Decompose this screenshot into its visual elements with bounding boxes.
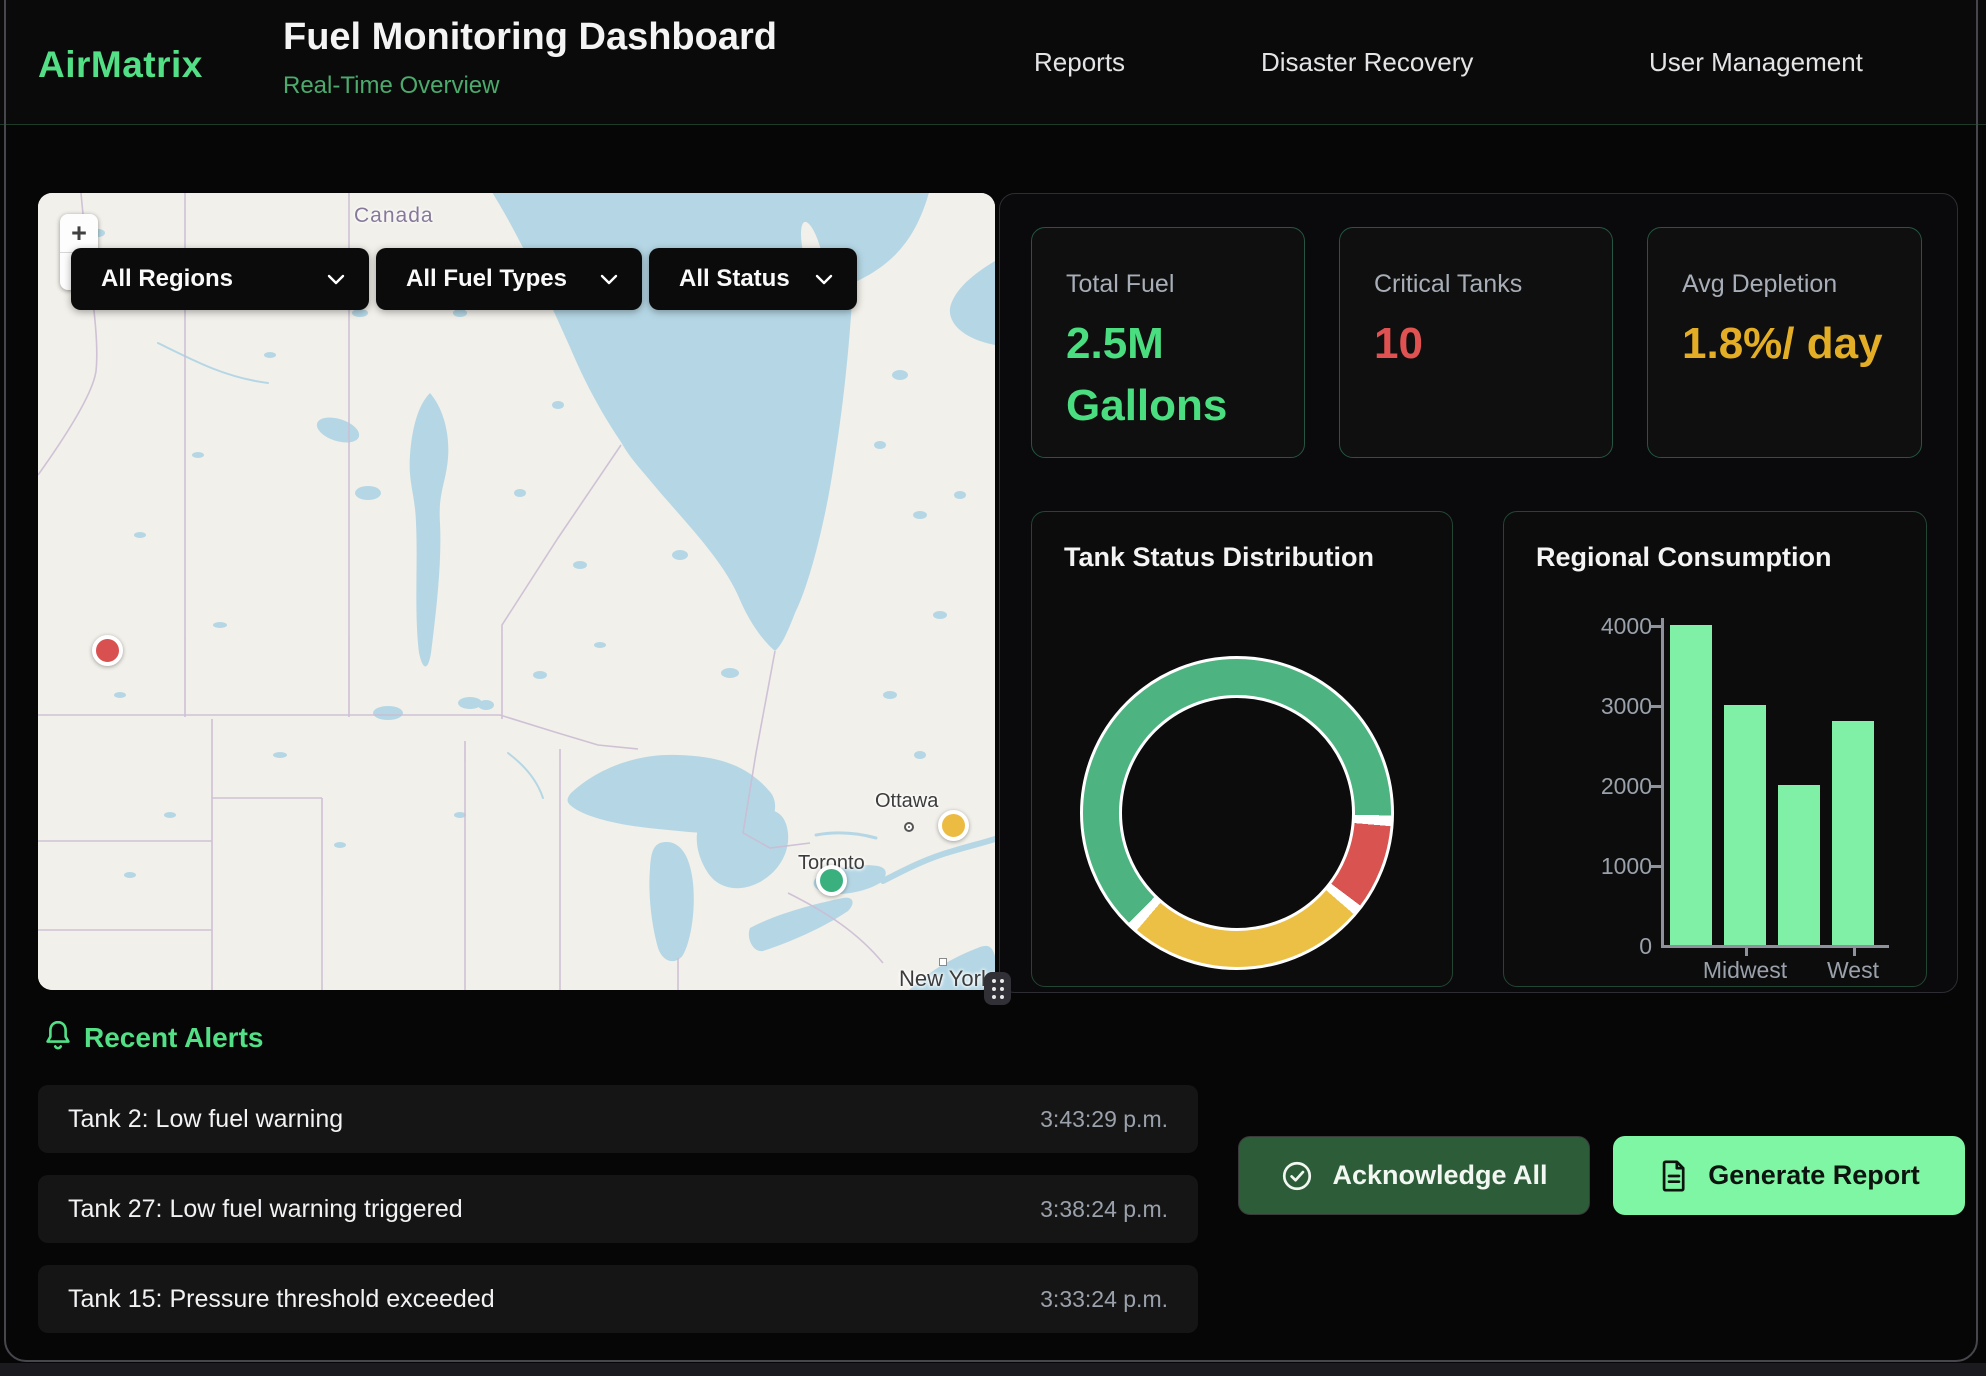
alert-message: Tank 2: Low fuel warning: [68, 1105, 343, 1134]
nav-reports[interactable]: Reports: [1034, 47, 1125, 78]
tank-marker-critical[interactable]: [92, 635, 123, 666]
alert-time: 3:33:24 p.m.: [1040, 1286, 1168, 1313]
tank-marker-normal[interactable]: [816, 865, 847, 896]
map-filter-row: All Regions All Fuel Types All Status: [71, 248, 857, 310]
x-tick-label: West: [1783, 957, 1923, 984]
file-text-icon: [1658, 1159, 1690, 1193]
bar-region-0: [1670, 625, 1712, 945]
tank-status-chart-title: Tank Status Distribution: [1064, 542, 1374, 573]
stat-label: Avg Depletion: [1682, 270, 1901, 299]
alert-time: 3:38:24 p.m.: [1040, 1196, 1168, 1223]
y-tick-label: 4000: [1556, 613, 1652, 640]
chevron-down-icon: [815, 274, 833, 285]
bell-icon: [41, 1018, 75, 1054]
bar-region-2: [1778, 785, 1820, 945]
fuel-type-filter-select[interactable]: All Fuel Types: [376, 248, 642, 310]
alert-row[interactable]: Tank 27: Low fuel warning triggered 3:38…: [38, 1175, 1198, 1243]
fuel-type-filter-value: All Fuel Types: [406, 265, 567, 293]
stat-value-avg-depletion: 1.8%/ day: [1682, 313, 1892, 375]
alert-row[interactable]: Tank 15: Pressure threshold exceeded 3:3…: [38, 1265, 1198, 1333]
chevron-down-icon: [600, 274, 618, 285]
map-country-label: Canada: [354, 204, 434, 228]
generate-report-button[interactable]: Generate Report: [1613, 1136, 1965, 1215]
status-filter-select[interactable]: All Status: [649, 248, 857, 310]
status-filter-value: All Status: [679, 265, 790, 293]
alert-row[interactable]: Tank 2: Low fuel warning 3:43:29 p.m.: [38, 1085, 1198, 1153]
y-tick-label: 2000: [1556, 773, 1652, 800]
nav-user-management[interactable]: User Management: [1649, 47, 1863, 78]
stat-card-avg-depletion: Avg Depletion 1.8%/ day: [1647, 227, 1922, 458]
bar-chart-y-axis-labels: 01000200030004000: [1556, 625, 1652, 965]
regional-consumption-chart-title: Regional Consumption: [1536, 542, 1831, 573]
region-filter-select[interactable]: All Regions: [71, 248, 369, 310]
stat-card-critical-tanks: Critical Tanks 10: [1339, 227, 1613, 458]
map-city-newyork: New York: [899, 966, 992, 990]
alert-time: 3:43:29 p.m.: [1040, 1106, 1168, 1133]
bar-chart-y-axis: [1661, 618, 1664, 947]
stat-value-critical-tanks: 10: [1374, 313, 1584, 375]
regional-consumption-bars: [1670, 625, 1886, 945]
map-city-ottawa: Ottawa: [875, 790, 938, 813]
page-title: Fuel Monitoring Dashboard: [283, 16, 777, 59]
tank-status-donut-chart: [1080, 656, 1394, 970]
bar-West: [1832, 721, 1874, 945]
y-tick-label: 1000: [1556, 853, 1652, 880]
alert-message: Tank 27: Low fuel warning triggered: [68, 1195, 463, 1224]
stat-label: Total Fuel: [1066, 270, 1284, 299]
chevron-down-icon: [327, 274, 345, 285]
check-circle-icon: [1280, 1159, 1314, 1193]
acknowledge-all-button[interactable]: Acknowledge All: [1238, 1136, 1590, 1215]
stat-label: Critical Tanks: [1374, 270, 1592, 299]
dashboard-screen: AirMatrix Fuel Monitoring Dashboard Real…: [0, 0, 1986, 1376]
stat-value-total-fuel: 2.5M Gallons: [1066, 313, 1276, 438]
header: AirMatrix Fuel Monitoring Dashboard Real…: [0, 0, 1986, 125]
tank-marker-warning[interactable]: [938, 810, 969, 841]
alerts-heading: Recent Alerts: [84, 1022, 263, 1054]
footer-strip: [0, 1363, 1986, 1376]
donut-hole: [1119, 695, 1355, 931]
generate-report-label: Generate Report: [1708, 1160, 1920, 1191]
page-subtitle: Real-Time Overview: [283, 72, 499, 100]
y-tick-label: 0: [1556, 933, 1652, 960]
acknowledge-all-label: Acknowledge All: [1332, 1160, 1547, 1191]
newyork-town-icon: [939, 958, 947, 966]
y-tick-label: 3000: [1556, 693, 1652, 720]
fuel-map[interactable]: Canada Ottawa Toronto New York + − All R…: [38, 193, 995, 990]
drag-handle-icon[interactable]: [984, 972, 1011, 1005]
bar-Midwest: [1724, 705, 1766, 945]
nav-disaster-recovery[interactable]: Disaster Recovery: [1261, 47, 1473, 78]
app-logo: AirMatrix: [38, 44, 203, 86]
ottawa-town-icon: [904, 822, 914, 832]
alert-message: Tank 15: Pressure threshold exceeded: [68, 1285, 495, 1314]
stat-card-total-fuel: Total Fuel 2.5M Gallons: [1031, 227, 1305, 458]
region-filter-value: All Regions: [101, 265, 233, 293]
zoom-in-button[interactable]: +: [60, 214, 98, 252]
